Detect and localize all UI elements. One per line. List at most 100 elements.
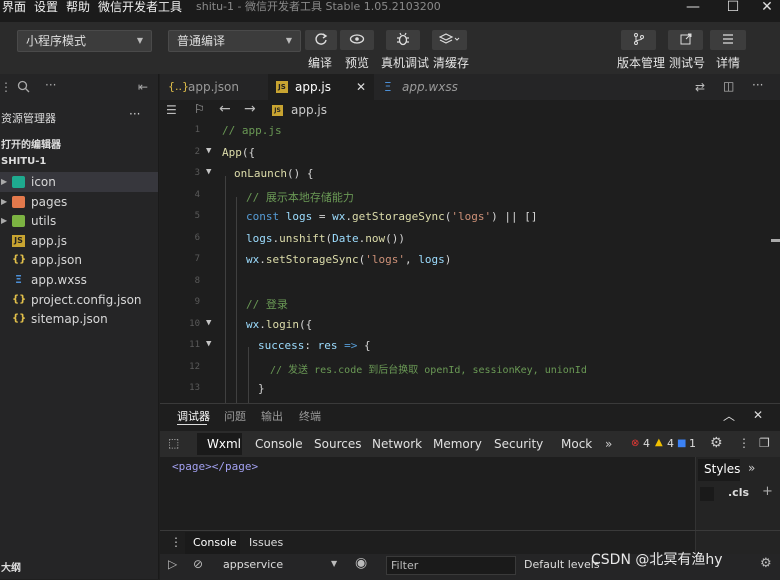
tree-item-app-json[interactable]: {} app.json [0, 250, 158, 270]
kebab-icon[interactable]: ⋮ [738, 436, 750, 450]
json-file-icon: {} [12, 294, 27, 305]
mode-select[interactable]: 小程序模式 ▼ [17, 30, 152, 52]
drawer-tab-issues[interactable]: Issues [249, 536, 283, 549]
tree-item-utils[interactable]: ▶ utils [0, 211, 158, 231]
tree-label: app.js [31, 234, 67, 248]
tab-console[interactable]: Console [255, 437, 303, 451]
version-button[interactable] [621, 30, 656, 50]
compile-button[interactable] [305, 30, 337, 50]
styles-more-icon[interactable]: » [748, 461, 755, 475]
collapse-sidebar-icon[interactable]: ⇤ [138, 80, 148, 94]
tab-memory[interactable]: Memory [433, 437, 482, 451]
more-actions-icon[interactable]: ··· [752, 78, 763, 92]
drawer-tab-console[interactable]: Console [193, 536, 237, 549]
tab-output[interactable]: 输出 [261, 408, 283, 424]
css-file-icon: Ξ [384, 80, 392, 94]
fold-chevron-icon[interactable]: ▼ [206, 318, 211, 328]
cls-toggle[interactable]: .cls [728, 486, 749, 499]
outline-header[interactable]: 大纲 [1, 559, 21, 574]
filter-input[interactable]: Filter [386, 556, 516, 575]
tree-item-sitemap[interactable]: {} sitemap.json [0, 309, 158, 329]
dock-icon[interactable]: ❐ [759, 436, 770, 450]
test-account-button[interactable] [668, 30, 703, 50]
scrollbar-marker[interactable] [771, 239, 780, 242]
filter-box[interactable] [700, 487, 714, 501]
clear-console-icon[interactable]: ⊘ [193, 557, 203, 571]
tree-item-icon[interactable]: ▶ icon [0, 172, 158, 192]
tree-item-app-js[interactable]: JS app.js [0, 231, 158, 251]
back-arrow-icon[interactable]: ← [219, 101, 231, 117]
sidebar-toggle-icon[interactable]: ▷ [168, 557, 177, 571]
maximize-icon[interactable]: ☐ [722, 0, 744, 16]
menu-item-help[interactable]: 帮助 [66, 0, 90, 14]
menu-item-interface[interactable]: 界面 [2, 0, 26, 14]
chevron-up-icon[interactable]: ︿ [723, 407, 735, 424]
line-number: 5 [194, 211, 200, 221]
fold-chevron-icon[interactable]: ▼ [206, 146, 211, 156]
preview-button[interactable] [340, 30, 374, 50]
more-tabs-icon[interactable]: » [605, 437, 612, 451]
breadcrumb-file[interactable]: app.js [291, 103, 327, 117]
tab-styles[interactable]: Styles [704, 462, 740, 476]
warning-count[interactable]: 4 [667, 437, 674, 450]
context-value: appservice [223, 558, 284, 571]
tab-label: app.js [295, 80, 331, 94]
list-icon[interactable]: ☰ [166, 103, 177, 117]
tree-item-project-config[interactable]: {} project.config.json [0, 290, 158, 310]
code-line: const logs = wx.getStorageSync('logs') |… [246, 210, 538, 223]
levels-select[interactable]: Default levels [524, 558, 600, 571]
error-count[interactable]: 4 [643, 437, 650, 450]
plus-icon[interactable]: + [762, 484, 773, 499]
tab-terminal[interactable]: 终端 [299, 408, 321, 424]
info-icon: ■ [677, 438, 687, 449]
inspect-element-icon[interactable]: ⬚ [168, 436, 179, 450]
tab-security[interactable]: Security [494, 437, 543, 451]
drawer-menu-icon[interactable]: ⋮ [170, 535, 182, 549]
console-gear-icon[interactable]: ⚙ [760, 556, 772, 571]
tab-wxml[interactable]: Wxml [207, 437, 241, 451]
forward-arrow-icon[interactable]: → [244, 101, 256, 117]
close-tab-icon[interactable]: ✕ [356, 74, 366, 100]
details-button[interactable] [710, 30, 746, 50]
code-editor[interactable]: 1 // app.js 2 ▼ App({ 3 ▼ onLaunch() { 4… [160, 121, 780, 403]
line-number: 8 [194, 276, 200, 286]
project-header[interactable]: SHITU-1 [1, 156, 46, 167]
tree-item-app-wxss[interactable]: Ξ app.wxss [0, 270, 158, 290]
tab-app-json[interactable]: {..} app.json [160, 74, 268, 100]
tab-debugger[interactable]: 调试器 [177, 408, 210, 424]
tab-problems[interactable]: 问题 [224, 408, 246, 424]
code-line: // app.js [222, 124, 282, 137]
gear-icon[interactable]: ⚙ [710, 435, 723, 451]
split-editor-icon[interactable]: ◫ [723, 79, 734, 93]
close-window-icon[interactable]: ✕ [756, 0, 778, 16]
compile-select[interactable]: 普通编译 ▼ [168, 30, 301, 52]
tab-mock[interactable]: Mock [561, 437, 592, 451]
eye-icon[interactable]: ◉ [355, 555, 367, 571]
bookmark-icon[interactable]: ⚐ [194, 102, 205, 116]
clear-cache-button[interactable] [432, 30, 467, 50]
tree-item-pages[interactable]: ▶ pages [0, 192, 158, 212]
close-panel-icon[interactable]: ✕ [753, 408, 763, 422]
ellipsis-icon[interactable]: ··· [45, 78, 56, 92]
minimize-icon[interactable]: — [682, 0, 704, 16]
more-dots-icon[interactable]: ⋮ [0, 80, 12, 94]
tab-app-js[interactable]: JS app.js ✕ [268, 74, 374, 100]
fold-chevron-icon[interactable]: ▼ [206, 167, 211, 177]
open-editors-header[interactable]: 打开的编辑器 [1, 136, 61, 151]
menu-item-settings[interactable]: 设置 [34, 0, 58, 14]
wxml-node[interactable]: <page></page> [172, 460, 258, 473]
tab-sources[interactable]: Sources [314, 437, 361, 451]
real-debug-button[interactable] [386, 30, 420, 50]
tab-network[interactable]: Network [372, 437, 422, 451]
search-icon[interactable] [17, 80, 30, 96]
compare-icon[interactable]: ⇄ [695, 80, 705, 94]
line-number: 1 [194, 125, 200, 135]
menu-item-devtools[interactable]: 微信开发者工具 [98, 0, 182, 14]
context-select[interactable]: appservice ▼ [215, 556, 345, 576]
explorer-more-icon[interactable]: ··· [129, 107, 140, 121]
info-count[interactable]: 1 [689, 437, 696, 450]
tab-app-wxss[interactable]: Ξ app.wxss [374, 74, 484, 100]
code-line: // 发送 res.code 到后台换取 openId, sessionKey,… [270, 365, 587, 376]
line-number: 11 [189, 340, 200, 350]
fold-chevron-icon[interactable]: ▼ [206, 339, 211, 349]
